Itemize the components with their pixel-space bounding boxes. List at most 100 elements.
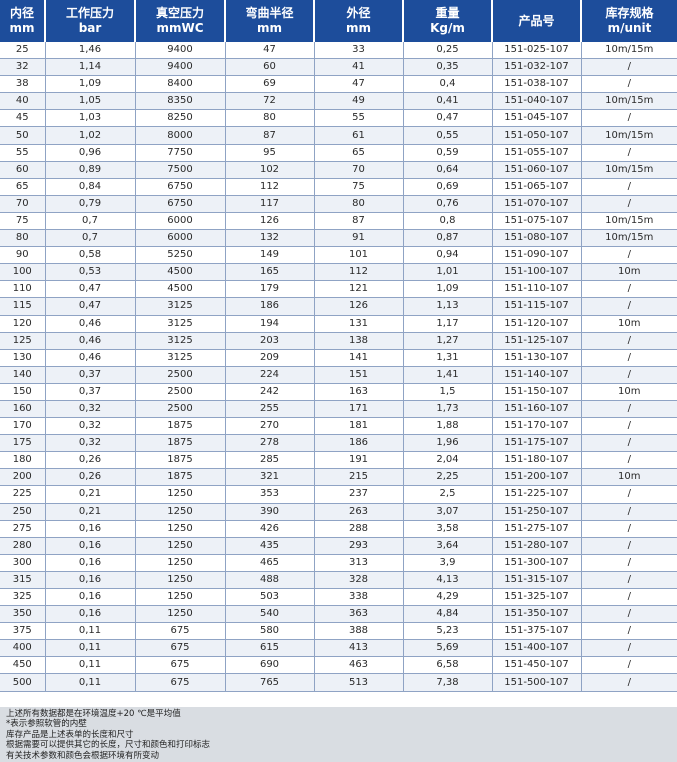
table-cell: 151-150-107 [492,383,582,401]
table-cell: / [581,622,677,641]
table-cell: 7,38 [403,673,493,692]
table-cell: 0,94 [403,246,493,265]
table-cell: / [581,451,677,470]
table-row: 60 0,89 7500 102 70 0,64 151-060-107 10m/15m [0,161,677,179]
table-cell: 60 [0,161,46,179]
table-cell: 0,47 [45,280,136,299]
table-cell: 110 [0,280,46,299]
table-row: 55 0,96 7750 95 65 0,59 151-055-107/ [0,144,677,162]
table-cell: 181 [314,417,404,436]
table-cell: 353 [225,485,315,504]
table-cell: 120 [0,315,46,333]
table-cell: 280 [0,537,46,555]
table-cell: 4,13 [403,571,493,590]
table-cell: 0,46 [45,349,136,367]
table-cell: 3,9 [403,554,493,572]
table-cell: 151-075-107 [492,212,582,231]
table-cell: / [581,109,677,128]
table-cell: 179 [225,280,315,299]
table-row: 225 0,21 1250 353 237 2,5 151-225-107/ [0,485,677,504]
table-cell: / [581,503,677,521]
table-cell: 101 [314,246,404,265]
table-cell: 151-300-107 [492,554,582,572]
table-cell: 0,37 [45,366,136,384]
table-cell: 191 [314,451,404,470]
table-cell: 151-225-107 [492,485,582,504]
table-cell: 0,8 [403,212,493,231]
table-cell: 0,7 [45,229,136,248]
table-cell: 49 [314,92,404,111]
table-cell: 0,21 [45,485,136,504]
table-cell: 513 [314,673,404,692]
table-cell: 293 [314,537,404,555]
table-cell: 675 [135,673,226,692]
table-cell: 8250 [135,109,226,128]
table-cell: 151-160-107 [492,400,582,419]
table-cell: 0,11 [45,656,136,675]
table-cell: 10m [581,383,677,401]
footnote: 库存产品是上述表单的长度和尺寸 [6,729,134,740]
table-cell: 90 [0,246,46,265]
table-cell: 151-500-107 [492,673,582,692]
table-cell: 1,27 [403,332,493,350]
table-cell: 1,02 [45,126,136,145]
table-cell: 130 [0,349,46,367]
table-cell: 60 [225,58,315,77]
table-cell: 132 [225,229,315,248]
table-cell: 300 [0,554,46,572]
table-cell: 186 [314,434,404,453]
table-cell: 1,88 [403,417,493,436]
table-cell: 10m [581,315,677,333]
table-cell: 1,03 [45,109,136,128]
table-row: 120 0,46 3125 194 131 1,17 151-120-107 10m [0,315,677,333]
table-cell: 151-180-107 [492,451,582,470]
table-cell: 151-280-107 [492,537,582,555]
table-cell: 80 [0,229,46,248]
table-cell: 0,21 [45,503,136,521]
table-row: 275 0,16 1250 426 288 3,58 151-275-107/ [0,520,677,538]
table-cell: 100 [0,263,46,282]
table-row: 375 0,11 675 580 388 5,23 151-375-107/ [0,622,677,641]
table-cell: 338 [314,588,404,607]
table-cell: 1875 [135,417,226,436]
header-outer-diameter: 外径 mm [314,0,404,42]
table-cell: 5,23 [403,622,493,641]
table-cell: 388 [314,622,404,641]
table-cell: 0,11 [45,639,136,658]
table-cell: 0,47 [403,109,493,128]
table-cell: 2,04 [403,451,493,470]
table-cell: 0,79 [45,195,136,213]
table-cell: 315 [0,571,46,590]
table-cell: 0,32 [45,417,136,436]
table-header: 内径 mm 工作压力 bar 真空压力 mmWC 弯曲半径 mm 外径 mm 重量 Kg/m… [0,0,677,42]
table-cell: 138 [314,332,404,350]
table-cell: 87 [314,212,404,231]
table-cell: 288 [314,520,404,538]
table-row: 110 0,47 4500 179 121 1,09 151-110-107/ [0,280,677,299]
table-cell: 1250 [135,554,226,572]
table-cell: 4500 [135,263,226,282]
table-cell: / [581,673,677,692]
table-cell: 3125 [135,349,226,367]
table-cell: 141 [314,349,404,367]
table-cell: / [581,400,677,419]
table-cell: 3,58 [403,520,493,538]
table-cell: 121 [314,280,404,299]
footnote: 根据需要可以提供其它的长度，尺寸和颜色和打印标志 [6,740,211,751]
table-row: 115 0,47 3125 186 126 1,13 151-115-107/ [0,297,677,316]
table-cell: 1875 [135,451,226,470]
table-cell: 151-115-107 [492,297,582,316]
table-cell: 1875 [135,468,226,487]
header-stock-spec: 库存规格 m/unit [581,0,677,42]
table-row: 160 0,32 2500 255 171 1,73 151-160-107/ [0,400,677,419]
table-cell: 0,46 [45,332,136,350]
table-cell: 151-040-107 [492,92,582,111]
table-cell: / [581,485,677,504]
table-cell: 151-125-107 [492,332,582,350]
table-cell: 0,25 [403,42,493,60]
table-cell: 50 [0,126,46,145]
table-cell: 0,4 [403,75,493,94]
table-cell: 0,11 [45,622,136,641]
table-cell: 10m [581,468,677,487]
table-cell: 503 [225,588,315,607]
